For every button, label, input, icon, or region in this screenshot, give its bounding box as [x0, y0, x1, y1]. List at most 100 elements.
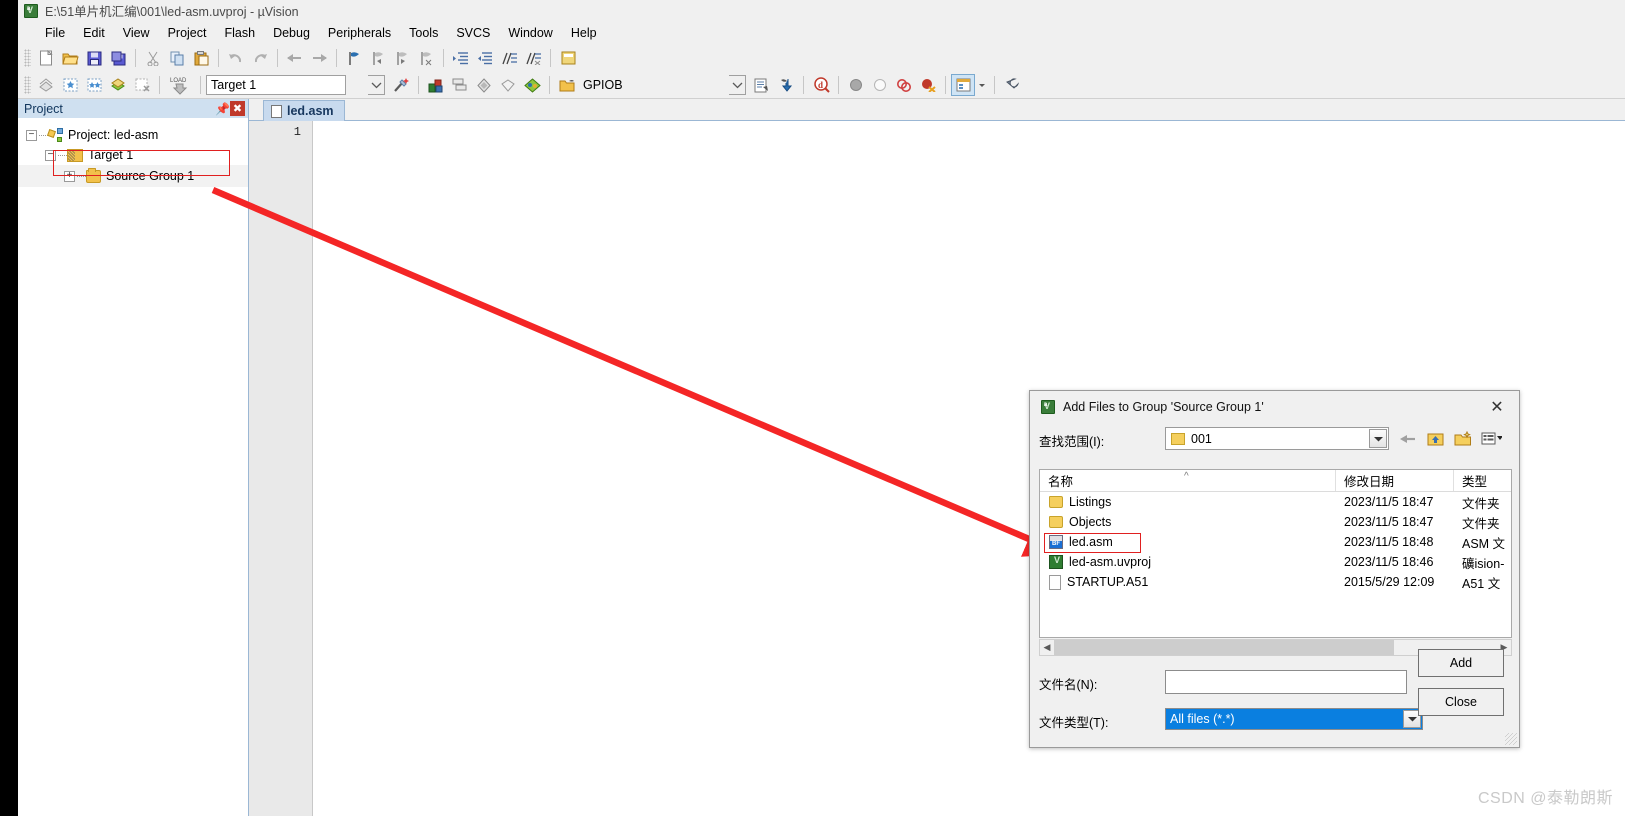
target-select-value: Target 1	[211, 78, 257, 92]
watermark: CSDN @泰勒朗斯	[1477, 790, 1613, 807]
build-icon[interactable]	[58, 74, 82, 96]
close-button[interactable]: Close	[1418, 688, 1504, 716]
file-name: led-asm.uvproj	[1069, 555, 1151, 569]
close-icon[interactable]: ✖	[230, 101, 245, 116]
outdent-icon[interactable]	[473, 47, 497, 69]
uncomment-icon[interactable]	[521, 47, 545, 69]
undo-icon[interactable]	[224, 47, 248, 69]
bookmark-toggle-icon[interactable]	[342, 47, 366, 69]
title-bar: V E:\51单片机汇编\001\led-asm.uvproj - µVisio…	[18, 0, 1625, 21]
toolbar-grip[interactable]	[24, 49, 31, 67]
open-folder-icon[interactable]	[555, 74, 579, 96]
menu-item-peripherals[interactable]: Peripherals	[319, 24, 400, 42]
target-select[interactable]: Target 1	[206, 75, 346, 95]
save-icon[interactable]	[82, 47, 106, 69]
file-row[interactable]: STARTUP.A51 2015/5/29 12:09 A51 文	[1040, 572, 1511, 592]
target-select-arrow[interactable]	[368, 75, 385, 95]
tree-node-project-label: Project: led-asm	[68, 128, 159, 142]
hscrollbar-thumb[interactable]	[1054, 640, 1394, 655]
look-in-dropdown-arrow[interactable]	[1369, 429, 1387, 448]
cut-icon[interactable]	[141, 47, 165, 69]
views-icon[interactable]	[1481, 428, 1502, 449]
menu-item-file[interactable]: File	[36, 24, 74, 42]
translate-icon[interactable]	[34, 74, 58, 96]
indent-icon[interactable]	[449, 47, 473, 69]
file-row-selected[interactable]: led.asm 2023/11/5 18:48 ASM 文	[1040, 532, 1511, 553]
book-icon[interactable]	[556, 47, 580, 69]
multi-project-icon[interactable]	[448, 74, 472, 96]
redo-icon[interactable]	[248, 47, 272, 69]
file-type-select[interactable]: All files (*.*)	[1165, 708, 1423, 730]
chevron-left-icon[interactable]: ◀	[1040, 640, 1054, 655]
project-expander[interactable]: −	[26, 129, 37, 141]
file-name-input[interactable]	[1165, 670, 1407, 694]
file-row[interactable]: Listings 2023/11/5 18:47 文件夹	[1040, 492, 1511, 512]
menu-item-flash[interactable]: Flash	[215, 24, 264, 42]
menu-item-project[interactable]: Project	[159, 24, 216, 42]
configuration-icon[interactable]	[1000, 74, 1024, 96]
file-modified: 2023/11/5 18:47	[1344, 515, 1434, 529]
menu-item-view[interactable]: View	[114, 24, 159, 42]
save-all-icon[interactable]	[106, 47, 130, 69]
new-folder-icon[interactable]	[1453, 428, 1474, 449]
file-row[interactable]: led-asm.uvproj 2023/11/5 18:46 礦ision-	[1040, 552, 1511, 572]
open-file-icon[interactable]	[58, 47, 82, 69]
kill-breakpoints-icon[interactable]	[916, 74, 940, 96]
pin-icon[interactable]: 📌	[215, 101, 230, 117]
navigate-back-icon[interactable]	[283, 47, 307, 69]
insert-define-icon[interactable]	[750, 74, 774, 96]
file-list[interactable]: 名称 修改日期 类型 ^ Listings 2023/11/5 18:47 文件…	[1039, 469, 1512, 638]
disable-breakpoint-icon[interactable]	[892, 74, 916, 96]
tab-led-asm[interactable]: led.asm	[263, 100, 345, 121]
add-button[interactable]: Add	[1418, 649, 1504, 677]
resize-grip[interactable]	[1505, 733, 1517, 745]
tab-led-asm-label: led.asm	[287, 104, 334, 118]
column-header-modified[interactable]: 修改日期	[1336, 470, 1454, 491]
window-layout-icon[interactable]	[951, 74, 975, 96]
window-layout-dropdown-icon[interactable]	[975, 74, 989, 96]
menu-item-window[interactable]: Window	[499, 24, 561, 42]
copy-icon[interactable]	[165, 47, 189, 69]
menu-item-debug[interactable]: Debug	[264, 24, 319, 42]
breakpoint-empty-icon[interactable]	[868, 74, 892, 96]
navigate-forward-icon[interactable]	[307, 47, 331, 69]
bookmark-clear-icon[interactable]	[414, 47, 438, 69]
bookmark-prev-icon[interactable]	[366, 47, 390, 69]
comment-icon[interactable]	[497, 47, 521, 69]
chevron-down-icon	[979, 83, 985, 87]
menu-item-svcs[interactable]: SVCS	[447, 24, 499, 42]
menu-item-edit[interactable]: Edit	[74, 24, 114, 42]
project-window-icon[interactable]	[520, 74, 544, 96]
file-row[interactable]: Objects 2023/11/5 18:47 文件夹	[1040, 512, 1511, 532]
tree-node-project[interactable]: − Project: led-asm	[18, 125, 248, 145]
close-icon[interactable]: ✕	[1475, 391, 1519, 422]
column-header-type[interactable]: 类型	[1454, 470, 1511, 491]
toolbar-separator	[200, 76, 201, 94]
breakpoint-filled-icon[interactable]	[844, 74, 868, 96]
gpio-dropdown-arrow[interactable]	[729, 75, 746, 95]
load-icon[interactable]: LOAD	[165, 74, 195, 96]
bookmark-next-icon[interactable]	[390, 47, 414, 69]
stop-build-icon[interactable]	[130, 74, 154, 96]
batch-build-icon[interactable]	[106, 74, 130, 96]
toolbar-separator	[838, 76, 839, 94]
new-window-icon[interactable]	[496, 74, 520, 96]
toolbar-grip[interactable]	[24, 76, 31, 94]
chevron-down-icon	[371, 82, 381, 89]
debug-icon[interactable]: d	[809, 74, 833, 96]
download-icon[interactable]	[774, 74, 798, 96]
menu-item-tools[interactable]: Tools	[400, 24, 447, 42]
manage-project-items-icon[interactable]	[424, 74, 448, 96]
file-modified: 2015/5/29 12:09	[1344, 575, 1435, 589]
rebuild-icon[interactable]	[82, 74, 106, 96]
target-options-icon[interactable]	[389, 74, 413, 96]
new-file-icon[interactable]	[34, 47, 58, 69]
books-icon[interactable]	[472, 74, 496, 96]
menu-item-help[interactable]: Help	[562, 24, 606, 42]
toolbar-separator	[803, 76, 804, 94]
paste-icon[interactable]	[189, 47, 213, 69]
look-in-select[interactable]: 001	[1165, 427, 1389, 450]
back-arrow-icon[interactable]	[1397, 428, 1418, 449]
left-black-strip	[0, 0, 18, 816]
up-one-level-icon[interactable]	[1425, 428, 1446, 449]
